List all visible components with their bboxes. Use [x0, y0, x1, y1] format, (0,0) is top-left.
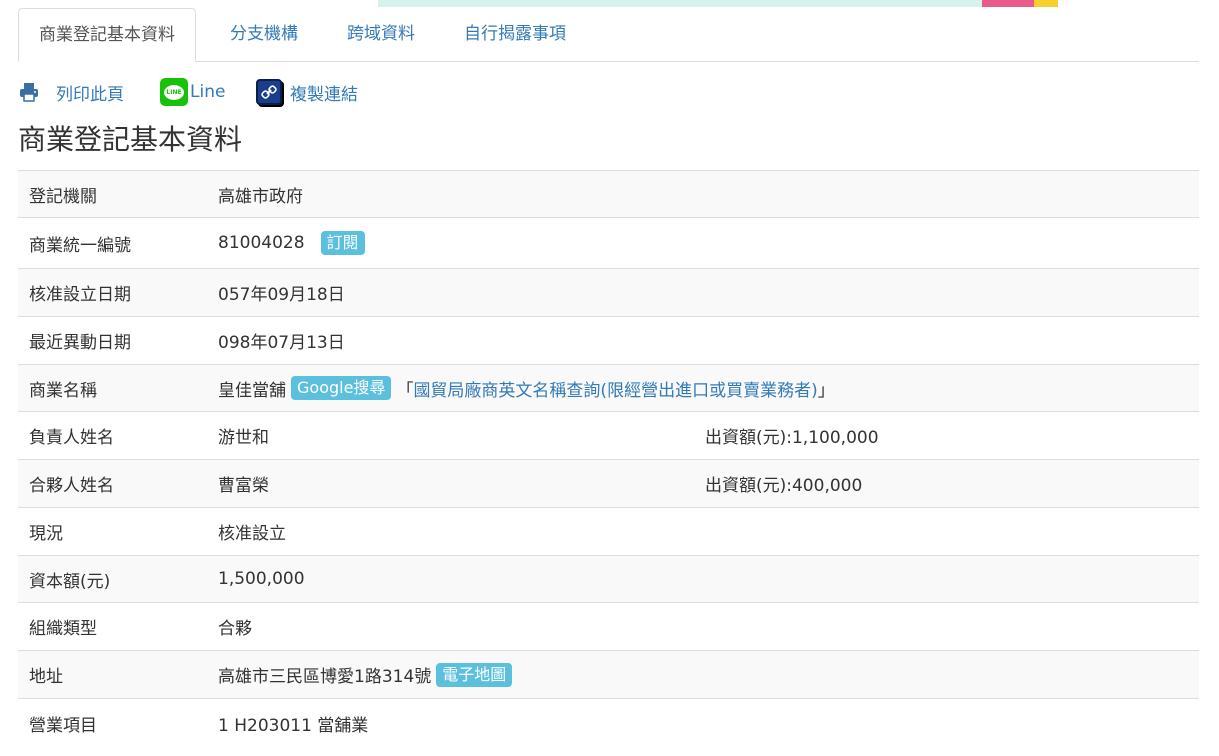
- row-value: 057年09月18日: [218, 285, 345, 305]
- registration-table: 登記機關 高雄市政府 商業統一編號 81004028 訂閱 核准設立日期 057…: [18, 170, 1199, 747]
- investment-amount: 出資額(元):1,100,000: [705, 428, 879, 448]
- tab-bar: 商業登記基本資料 分支機構 跨域資料 自行揭露事項: [18, 8, 1199, 62]
- row-value-group: 皇佳當舖 Google搜尋 「 國貿局廠商英文名稱查詢(限經營出進口或買賣業務者…: [218, 365, 835, 411]
- row-value: 高雄市政府: [218, 186, 303, 207]
- tab-branches[interactable]: 分支機構: [210, 8, 318, 62]
- line-icon-text: LINE: [164, 84, 184, 100]
- page-title: 商業登記基本資料: [18, 123, 243, 156]
- table-row: 負責人姓名 游世和 出資額(元):1,100,000: [18, 412, 1199, 460]
- table-row: 資本額(元) 1,500,000: [18, 556, 1199, 603]
- row-label: 登記機關: [29, 186, 97, 207]
- row-value: 合夥: [218, 619, 252, 639]
- table-row: 最近異動日期 098年07月13日: [18, 317, 1199, 365]
- business-id-value: 81004028: [218, 233, 305, 253]
- table-row: 登記機關 高雄市政府: [18, 171, 1199, 218]
- row-label: 現況: [29, 524, 63, 544]
- table-row: 地址 高雄市三民區博愛1路314號 電子地圖: [18, 651, 1199, 699]
- top-banner-strip: [378, 0, 1058, 7]
- row-value: 098年07月13日: [218, 333, 345, 353]
- table-row: 商業名稱 皇佳當舖 Google搜尋 「 國貿局廠商英文名稱查詢(限經營出進口或…: [18, 365, 1199, 412]
- table-row: 組織類型 合夥: [18, 603, 1199, 651]
- row-value: 1 H203011 當舖業: [218, 715, 369, 736]
- subscribe-button[interactable]: 訂閱: [320, 231, 365, 255]
- row-label: 資本額(元): [29, 571, 111, 592]
- line-icon: LINE: [160, 78, 188, 106]
- line-share-button[interactable]: LINE Line: [160, 76, 225, 108]
- table-row: 營業項目 1 H203011 當舖業: [18, 699, 1199, 747]
- open-bracket: 「: [396, 380, 414, 401]
- copy-link-button[interactable]: 複製連結: [256, 76, 358, 108]
- tab-self-disclosure[interactable]: 自行揭露事項: [444, 8, 586, 62]
- copy-link-label: 複製連結: [290, 84, 358, 105]
- row-label: 地址: [29, 667, 63, 687]
- row-value: 游世和: [218, 428, 269, 448]
- row-label: 營業項目: [29, 715, 97, 736]
- tab-cross-domain[interactable]: 跨域資料: [327, 8, 435, 62]
- top-banner-image-accent: [1034, 0, 1058, 7]
- row-label: 組織類型: [29, 619, 97, 639]
- table-row: 商業統一編號 81004028 訂閱: [18, 218, 1199, 269]
- row-value-group: 81004028 訂閱: [218, 218, 365, 268]
- row-label: 最近異動日期: [29, 333, 131, 353]
- row-value: 1,500,000: [218, 569, 305, 589]
- row-label: 合夥人姓名: [29, 476, 114, 496]
- row-label: 商業名稱: [29, 380, 97, 401]
- google-search-button[interactable]: Google搜尋: [291, 376, 392, 400]
- row-label: 核准設立日期: [29, 285, 131, 305]
- line-label: Line: [190, 82, 226, 102]
- row-value-group: 高雄市三民區博愛1路314號 電子地圖: [218, 651, 513, 698]
- close-bracket: 」: [817, 380, 835, 401]
- print-button[interactable]: 列印此頁: [18, 76, 124, 108]
- business-name-value: 皇佳當舖: [218, 380, 286, 401]
- address-value: 高雄市三民區博愛1路314號: [218, 667, 432, 687]
- table-row: 現況 核准設立: [18, 508, 1199, 556]
- row-label: 商業統一編號: [29, 235, 131, 256]
- link-icon: [256, 79, 282, 105]
- map-button[interactable]: 電子地圖: [436, 662, 513, 687]
- print-label: 列印此頁: [56, 84, 124, 105]
- printer-icon: [20, 83, 38, 102]
- investment-amount: 出資額(元):400,000: [705, 476, 863, 496]
- tab-basic-info[interactable]: 商業登記基本資料: [18, 8, 196, 62]
- row-value: 曹富榮: [218, 476, 269, 496]
- action-toolbar: 列印此頁 LINE Line 複製連結: [18, 76, 618, 108]
- table-row: 核准設立日期 057年09月18日: [18, 269, 1199, 317]
- row-label: 負責人姓名: [29, 428, 114, 448]
- row-value: 核准設立: [218, 524, 286, 544]
- table-row: 合夥人姓名 曹富榮 出資額(元):400,000: [18, 460, 1199, 508]
- english-name-query-link[interactable]: 國貿局廠商英文名稱查詢(限經營出進口或買賣業務者): [413, 376, 817, 401]
